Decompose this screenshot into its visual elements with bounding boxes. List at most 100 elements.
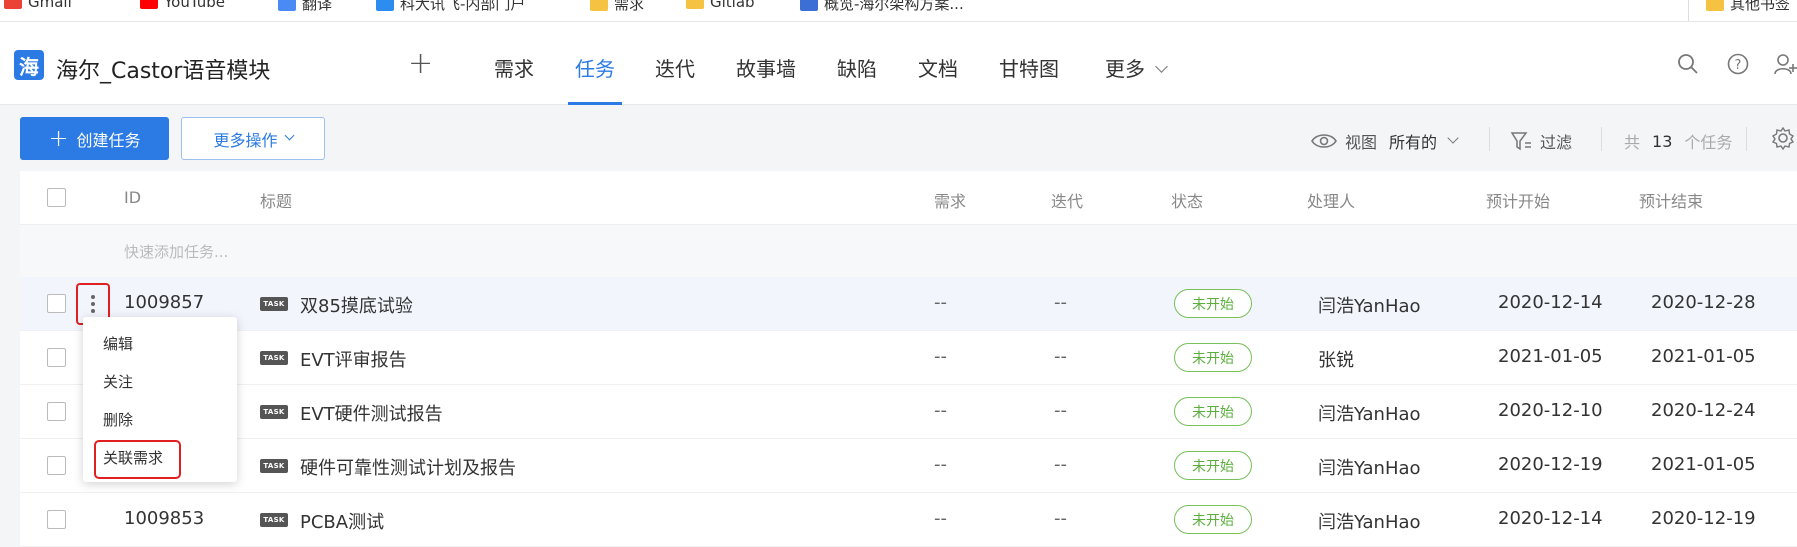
task-start-date[interactable]: 2020-12-19 (1498, 454, 1603, 475)
bookmark-gmail[interactable]: Gmail (4, 0, 72, 11)
tab-gantt[interactable]: 甘特图 (999, 53, 1059, 82)
menu-item-follow[interactable]: 关注 (103, 371, 133, 392)
column-header-start[interactable]: 预计开始 (1486, 188, 1550, 212)
quick-add-row[interactable]: 快速添加任务... (20, 225, 1797, 277)
task-id: 1009857 (124, 292, 205, 313)
column-header-iteration[interactable]: 迭代 (1051, 188, 1083, 212)
project-logo[interactable]: 海 (14, 50, 44, 80)
folder-icon (686, 0, 704, 9)
search-icon[interactable] (1676, 52, 1700, 76)
task-requirement: -- (934, 292, 947, 313)
bookmark-requirements[interactable]: 需求 (590, 0, 644, 14)
task-start-date[interactable]: 2020-12-10 (1498, 400, 1603, 421)
row-checkbox[interactable] (47, 456, 66, 475)
help-icon[interactable]: ? (1726, 52, 1750, 76)
task-start-date[interactable]: 2021-01-05 (1498, 346, 1603, 367)
task-owner[interactable]: 闫浩YanHao (1318, 454, 1421, 480)
status-badge[interactable]: 未开始 (1174, 289, 1252, 318)
menu-item-edit[interactable]: 编辑 (103, 333, 133, 354)
confluence-icon (800, 0, 818, 11)
task-end-date[interactable]: 2021-01-05 (1651, 454, 1756, 475)
task-owner[interactable]: 闫浩YanHao (1318, 508, 1421, 534)
tab-more[interactable]: 更多 (1105, 53, 1168, 82)
tab-iterations[interactable]: 迭代 (655, 53, 695, 82)
project-name[interactable]: 海尔_Castor语音模块 (56, 53, 270, 85)
status-badge[interactable]: 未开始 (1174, 343, 1252, 372)
column-header-end[interactable]: 预计结束 (1639, 188, 1703, 212)
view-value: 所有的 (1389, 133, 1438, 152)
table-row[interactable]: TASK 硬件可靠性测试计划及报告 -- -- 未开始 闫浩YanHao 202… (20, 439, 1797, 493)
task-owner[interactable]: 张锐 (1318, 346, 1354, 372)
task-title[interactable]: EVT评审报告 (300, 346, 407, 372)
bookmark-iflytek-portal[interactable]: 科大讯飞-内部门户 (376, 0, 525, 14)
tab-docs[interactable]: 文档 (918, 53, 958, 82)
table-row[interactable]: TASK EVT硬件测试报告 -- -- 未开始 闫浩YanHao 2020-1… (20, 385, 1797, 439)
task-requirement: -- (934, 454, 947, 475)
project-header: 海 海尔_Castor语音模块 + 需求 任务 迭代 故事墙 缺陷 文档 甘特图… (0, 22, 1797, 105)
tab-requirements[interactable]: 需求 (494, 53, 534, 82)
chevron-down-icon (1447, 132, 1459, 144)
bookmark-translate[interactable]: 翻译 (278, 0, 332, 14)
kebab-dot (91, 309, 95, 313)
task-title[interactable]: 硬件可靠性测试计划及报告 (300, 454, 516, 480)
task-owner[interactable]: 闫浩YanHao (1318, 292, 1421, 318)
column-header-owner[interactable]: 处理人 (1307, 188, 1355, 212)
task-iteration: -- (1054, 292, 1067, 313)
more-actions-button[interactable]: 更多操作 (181, 117, 325, 160)
table-row[interactable]: 1009853 TASK PCBA测试 -- -- 未开始 闫浩YanHao 2… (20, 493, 1797, 547)
task-title[interactable]: 双85摸底试验 (300, 292, 413, 318)
chevron-down-icon (1155, 60, 1168, 73)
bookmark-overview[interactable]: 概览-海尔架构方案... (800, 0, 964, 14)
create-task-label: 创建任务 (76, 130, 141, 150)
task-start-date[interactable]: 2020-12-14 (1498, 292, 1603, 313)
column-header-status[interactable]: 状态 (1171, 188, 1203, 212)
select-all-checkbox[interactable] (47, 188, 66, 207)
tab-story-wall[interactable]: 故事墙 (736, 53, 796, 82)
row-checkbox[interactable] (47, 402, 66, 421)
row-checkbox[interactable] (47, 294, 66, 313)
task-title[interactable]: EVT硬件测试报告 (300, 400, 443, 426)
task-end-date[interactable]: 2020-12-19 (1651, 508, 1756, 529)
status-badge[interactable]: 未开始 (1174, 451, 1252, 480)
bookmark-gitlab[interactable]: Gitlab (686, 0, 755, 11)
column-header-requirement[interactable]: 需求 (934, 188, 966, 212)
tab-tasks[interactable]: 任务 (575, 53, 615, 82)
settings-gear-icon[interactable] (1771, 126, 1795, 150)
task-requirement: -- (934, 400, 947, 421)
task-type-icon: TASK (260, 405, 288, 419)
status-badge[interactable]: 未开始 (1174, 397, 1252, 426)
task-end-date[interactable]: 2020-12-24 (1651, 400, 1756, 421)
bookmark-youtube[interactable]: YouTube (140, 0, 225, 11)
filter-label: 过滤 (1540, 133, 1573, 152)
create-task-button[interactable]: + 创建任务 (20, 117, 169, 160)
table-header: ID 标题 需求 迭代 状态 处理人 预计开始 预计结束 (20, 171, 1797, 225)
gmail-icon (4, 0, 22, 9)
toolbar-divider (1601, 127, 1602, 151)
filter-icon (1510, 132, 1531, 151)
task-owner[interactable]: 闫浩YanHao (1318, 400, 1421, 426)
tab-defects[interactable]: 缺陷 (837, 53, 877, 82)
task-iteration: -- (1054, 400, 1067, 421)
task-count-prefix: 共 (1624, 133, 1641, 152)
status-badge[interactable]: 未开始 (1174, 505, 1252, 534)
task-end-date[interactable]: 2021-01-05 (1651, 346, 1756, 367)
task-title[interactable]: PCBA测试 (300, 508, 384, 534)
plus-icon: + (48, 123, 69, 152)
bookmark-other[interactable]: 其他书签 (1706, 0, 1790, 14)
row-checkbox[interactable] (47, 510, 66, 529)
table-row[interactable]: 1009857 TASK 双85摸底试验 -- -- 未开始 闫浩YanHao … (20, 277, 1797, 331)
task-requirement: -- (934, 508, 947, 529)
user-add-icon[interactable] (1773, 52, 1797, 76)
task-end-date[interactable]: 2020-12-28 (1651, 292, 1756, 313)
filter-button[interactable]: 过滤 (1510, 129, 1572, 153)
task-start-date[interactable]: 2020-12-14 (1498, 508, 1603, 529)
view-label: 视图 (1345, 133, 1378, 152)
row-checkbox[interactable] (47, 348, 66, 367)
menu-item-delete[interactable]: 删除 (103, 409, 133, 430)
svg-text:?: ? (1735, 58, 1742, 73)
view-selector[interactable]: 视图 所有的 (1311, 129, 1459, 153)
table-row[interactable]: TASK EVT评审报告 -- -- 未开始 张锐 2021-01-05 202… (20, 331, 1797, 385)
add-tab-button[interactable]: + (408, 46, 433, 81)
column-header-title[interactable]: 标题 (260, 188, 292, 212)
column-header-id[interactable]: ID (124, 188, 141, 207)
